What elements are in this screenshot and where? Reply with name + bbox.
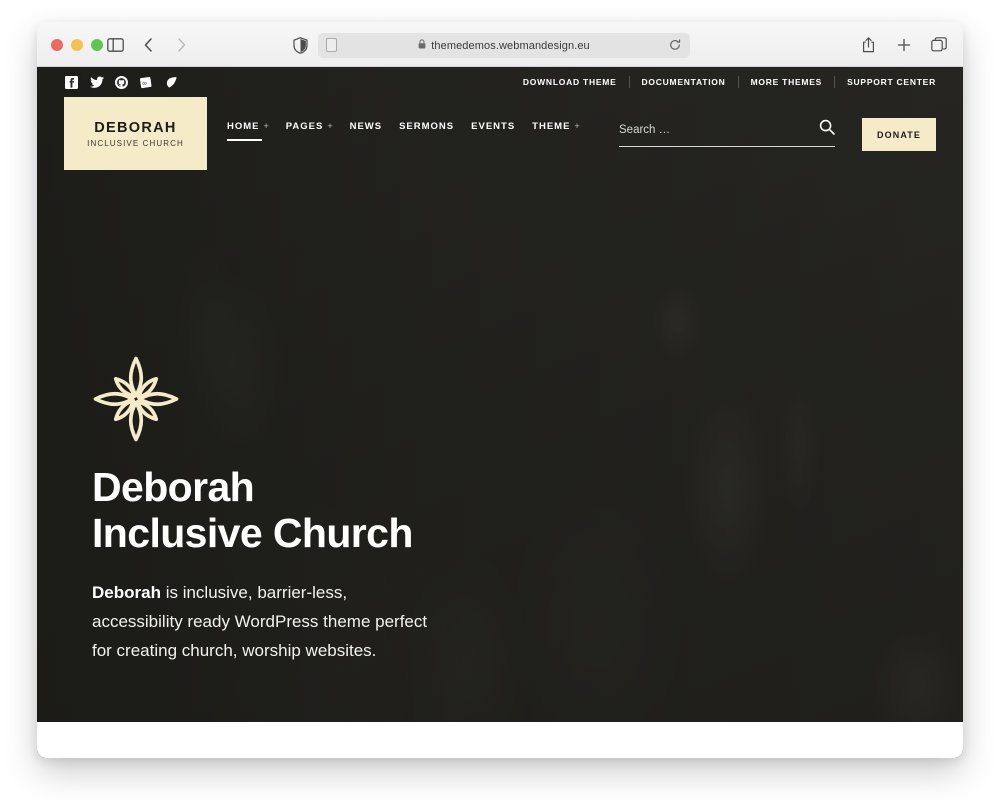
browser-toolbar: themedemos.webmandesign.eu [37, 22, 963, 67]
github-icon[interactable] [114, 75, 129, 90]
navigation-controls [105, 34, 192, 55]
address-bar[interactable]: themedemos.webmandesign.eu [318, 33, 690, 58]
share-icon[interactable] [858, 34, 879, 55]
nav-item-theme[interactable]: THEME + [532, 121, 580, 142]
below-fold-section [37, 722, 963, 758]
nav-label-theme: THEME [532, 121, 571, 132]
hero-paragraph: Deborah is inclusive, barrier-less, acce… [92, 578, 442, 666]
search-form [619, 119, 835, 147]
close-window-button[interactable] [51, 39, 63, 51]
toolbar-actions [858, 34, 949, 55]
nav-label-sermons: SERMONS [399, 121, 455, 132]
forward-arrow-icon [171, 34, 192, 55]
privacy-shield-icon[interactable] [289, 35, 311, 57]
hero-paragraph-bold: Deborah [92, 583, 161, 602]
logo-title: DEBORAH [94, 119, 177, 136]
browser-window: themedemos.webmandesign.eu dp DOWNLOAD T… [37, 22, 963, 758]
utility-topbar: dp DOWNLOAD THEME DOCUMENTATION MORE THE… [37, 67, 963, 97]
logo-subtitle: INCLUSIVE CHURCH [87, 138, 184, 148]
facebook-icon[interactable] [64, 75, 79, 90]
reader-view-icon[interactable] [326, 38, 337, 52]
utility-link-download-theme[interactable]: DOWNLOAD THEME [511, 76, 629, 88]
hero-section: Deborah Inclusive Church Deborah is incl… [92, 355, 512, 666]
nav-label-events: EVENTS [471, 121, 516, 132]
hero-title: Deborah Inclusive Church [92, 464, 512, 556]
nav-item-pages[interactable]: PAGES + [286, 121, 333, 142]
search-icon[interactable] [819, 119, 835, 140]
window-controls [51, 39, 103, 51]
address-bar-group: themedemos.webmandesign.eu [289, 31, 690, 58]
chevron-plus-icon-home[interactable]: + [264, 122, 269, 131]
donate-button[interactable]: DONATE [862, 118, 936, 151]
lock-icon [418, 39, 426, 52]
utility-links: DOWNLOAD THEME DOCUMENTATION MORE THEMES… [511, 76, 936, 88]
hero-title-line-2: Inclusive Church [92, 509, 413, 556]
reload-icon[interactable] [669, 38, 681, 56]
nav-item-news[interactable]: NEWS [350, 121, 383, 142]
tab-overview-icon[interactable] [928, 34, 949, 55]
wordpress-plugin-icon[interactable]: dp [139, 75, 154, 90]
plus-icon[interactable] [893, 34, 914, 55]
search-input[interactable] [619, 123, 794, 136]
back-arrow-icon[interactable] [138, 34, 159, 55]
chevron-plus-icon-pages[interactable]: + [327, 122, 332, 131]
nav-item-home[interactable]: HOME + [227, 121, 269, 142]
minimize-window-button[interactable] [71, 39, 83, 51]
nav-label-home: HOME [227, 121, 260, 132]
sidebar-toggle-icon[interactable] [105, 34, 126, 55]
social-links: dp [64, 75, 179, 90]
twitter-icon[interactable] [89, 75, 104, 90]
utility-link-support-center[interactable]: SUPPORT CENTER [834, 76, 936, 88]
chevron-plus-icon-theme[interactable]: + [574, 122, 579, 131]
site-logo[interactable]: DEBORAH INCLUSIVE CHURCH [64, 97, 207, 170]
nav-item-events[interactable]: EVENTS [471, 121, 515, 142]
site-header: DEBORAH INCLUSIVE CHURCH HOME + PAGES + … [37, 97, 963, 170]
maximize-window-button[interactable] [91, 39, 103, 51]
leaf-icon[interactable] [164, 75, 179, 90]
nav-label-news: NEWS [349, 121, 383, 132]
nav-label-pages: PAGES [285, 121, 324, 132]
utility-link-documentation[interactable]: DOCUMENTATION [628, 76, 738, 88]
hero-title-line-1: Deborah [92, 464, 255, 510]
url-text: themedemos.webmandesign.eu [431, 39, 590, 52]
main-navigation: HOME + PAGES + NEWS SERMONS EVENTS THEME [227, 121, 580, 142]
nav-item-sermons[interactable]: SERMONS [399, 121, 454, 142]
four-point-flower-ornament-icon [92, 355, 180, 443]
url-display: themedemos.webmandesign.eu [418, 39, 590, 52]
utility-link-more-themes[interactable]: MORE THEMES [737, 76, 835, 88]
website-viewport: dp DOWNLOAD THEME DOCUMENTATION MORE THE… [37, 67, 963, 758]
